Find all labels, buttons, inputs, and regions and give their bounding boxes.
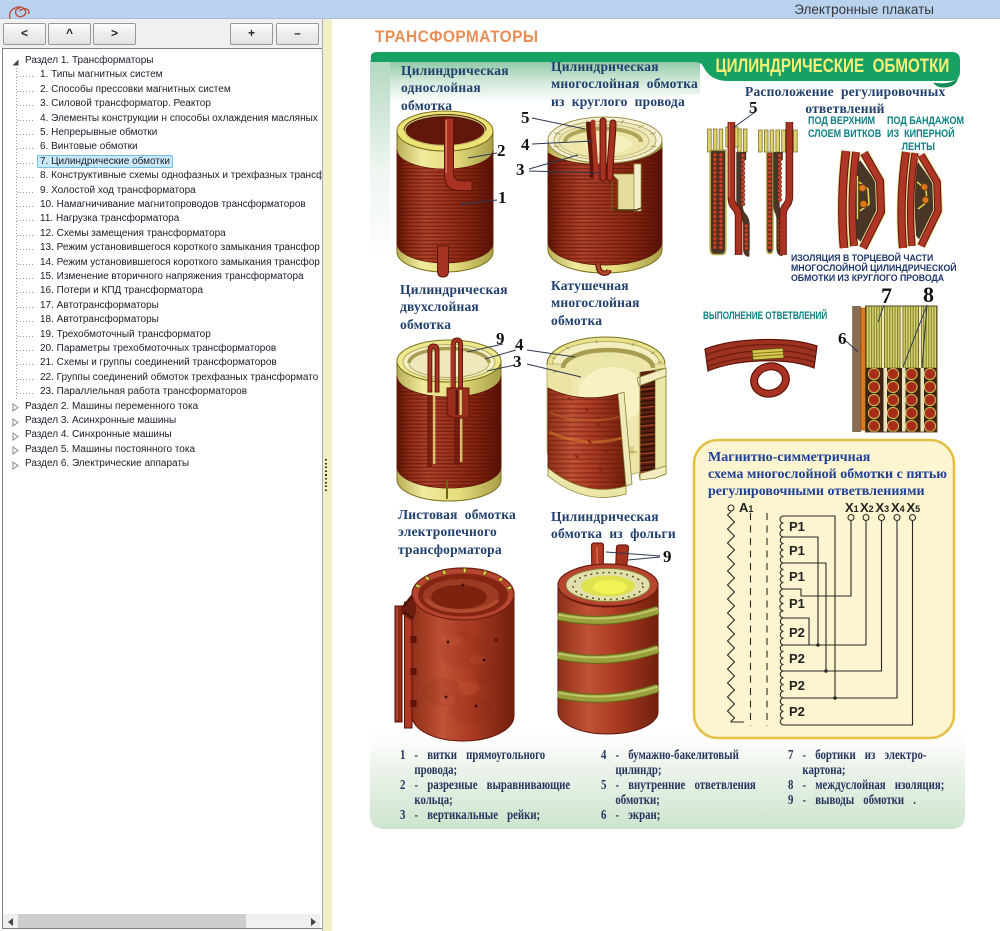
svg-text:8: 8	[923, 282, 934, 307]
svg-text:3: 3	[516, 160, 525, 179]
svg-text:1: 1	[498, 188, 507, 207]
svg-text:4: 4	[521, 135, 530, 154]
svg-text:5: 5	[521, 108, 530, 127]
svg-text:6: 6	[838, 329, 847, 348]
svg-text:7: 7	[881, 283, 892, 308]
svg-text:3: 3	[513, 352, 522, 371]
svg-text:9: 9	[663, 547, 672, 566]
svg-text:2: 2	[497, 141, 506, 160]
